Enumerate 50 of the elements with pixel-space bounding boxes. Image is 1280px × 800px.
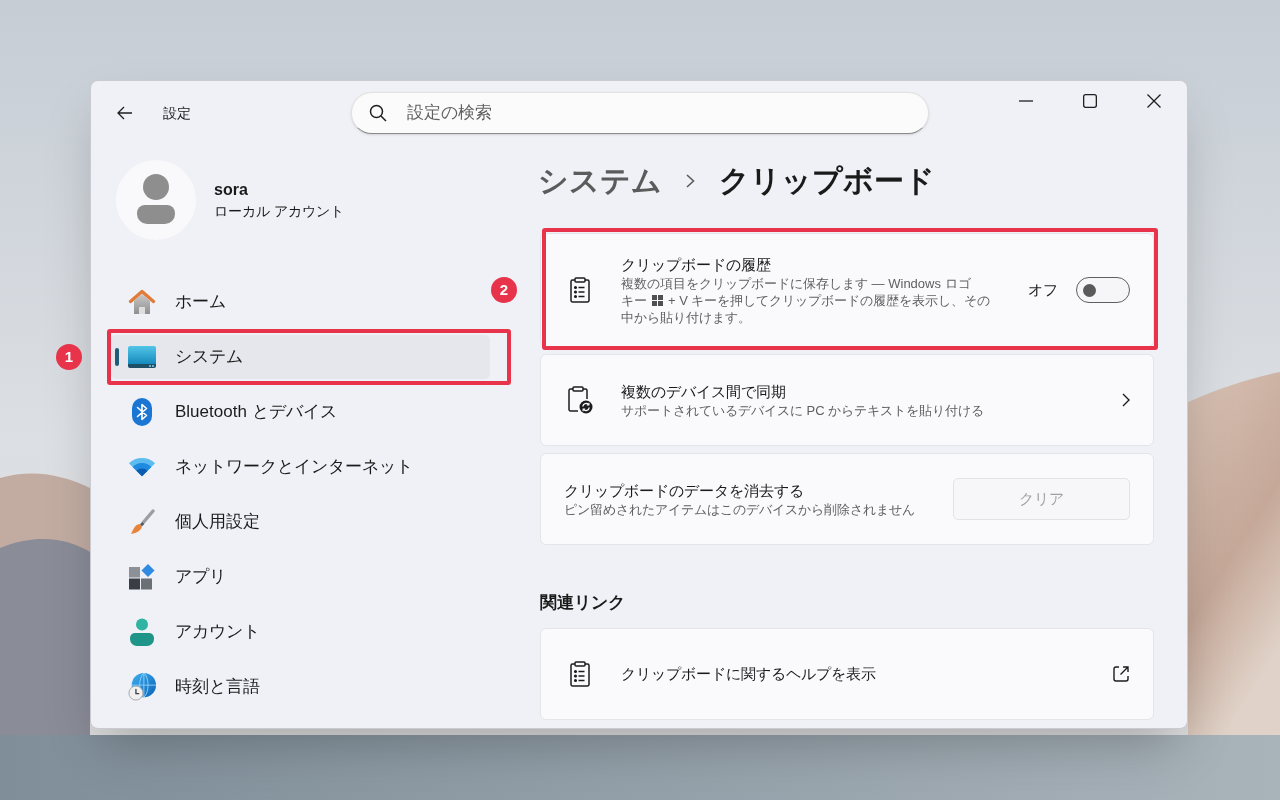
search-field[interactable]: 設定の検索 — [351, 92, 929, 134]
help-link-card[interactable]: クリップボードに関するヘルプを表示 — [540, 628, 1154, 720]
sidebar-item[interactable]: Bluetooth とデバイス — [111, 390, 490, 434]
close-icon[interactable] — [1147, 94, 1161, 108]
breadcrumb-chevron-icon — [686, 174, 695, 188]
bluetooth-icon — [132, 398, 152, 426]
sidebar-item[interactable]: アカウント — [111, 610, 490, 654]
setting-description: 中から貼り付けます。 — [621, 309, 751, 326]
person-icon — [130, 618, 154, 646]
sidebar-item[interactable]: ネットワークとインターネット — [111, 445, 490, 489]
monitor-icon — [128, 346, 156, 368]
account-type: ローカル アカウント — [214, 202, 344, 221]
chevron-right-icon — [1122, 393, 1130, 407]
maximize-icon[interactable] — [1083, 94, 1097, 108]
sidebar-item[interactable]: システム — [111, 335, 490, 379]
annotation-badge: 2 — [491, 277, 517, 303]
search-icon — [369, 104, 387, 122]
toggle-state-label: オフ — [1028, 279, 1058, 300]
account-name: sora — [214, 180, 249, 200]
house-icon — [128, 289, 156, 315]
apps-icon — [129, 564, 155, 590]
avatar-icon — [116, 160, 196, 240]
clipboard-list-icon — [569, 661, 591, 687]
globe-clock-icon — [128, 672, 156, 702]
selection-bar — [115, 348, 119, 366]
setting-title: 複数のデバイス間で同期 — [621, 382, 787, 402]
windows-logo-icon — [652, 295, 663, 306]
setting-description: + V キーを押してクリップボードの履歴を表示し、その — [668, 292, 991, 309]
sidebar-item[interactable]: ホーム — [111, 280, 490, 324]
page-title: クリップボード — [719, 163, 935, 199]
external-link-icon — [1112, 665, 1130, 683]
window-title: 設定 — [163, 103, 191, 123]
setting-description: 複数の項目をクリップボードに保存します — Windows ロゴ — [621, 275, 971, 292]
back-icon[interactable] — [117, 106, 133, 120]
setting-description: キー — [621, 292, 647, 309]
setting-description: ピン留めされたアイテムはこのデバイスから削除されません — [564, 501, 915, 518]
section-heading: 関連リンク — [540, 592, 626, 614]
clipboard-sync-icon — [567, 386, 593, 414]
breadcrumb-parent[interactable]: システム — [538, 161, 662, 201]
sidebar-item[interactable]: 時刻と言語 — [111, 665, 490, 709]
setting-title: クリップボードの履歴 — [621, 255, 772, 275]
sidebar-item[interactable]: 個人用設定 — [111, 500, 490, 544]
paintbrush-icon — [129, 509, 155, 535]
sidebar-item[interactable]: アプリ — [111, 555, 490, 599]
setting-card[interactable]: 複数のデバイス間で同期 サポートされているデバイスに PC からテキストを貼り付ける — [540, 354, 1154, 446]
setting-description: サポートされているデバイスに PC からテキストを貼り付ける — [621, 402, 985, 419]
toggle-switch[interactable] — [1076, 277, 1130, 303]
wifi-icon — [128, 456, 156, 478]
clipboard-list-icon — [569, 277, 591, 303]
setting-title: クリップボードのデータを消去する — [564, 481, 805, 501]
